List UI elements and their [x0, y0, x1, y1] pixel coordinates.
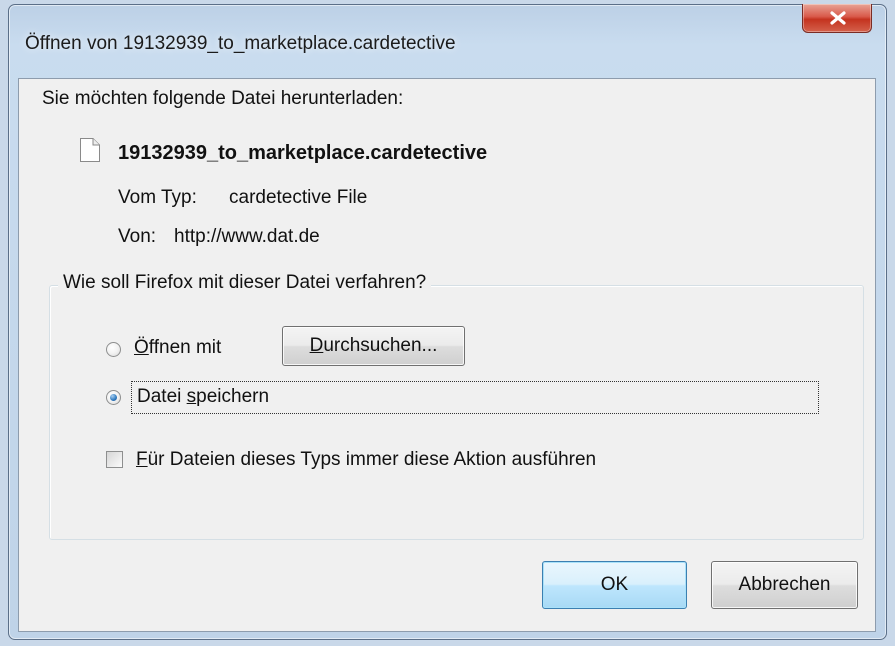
always-do-this-label[interactable]: Für Dateien dieses Typs immer diese Akti…: [136, 449, 596, 471]
file-type-value: cardetective File: [229, 187, 368, 208]
file-icon: [79, 137, 101, 168]
browse-accesskey: D: [309, 335, 324, 356]
save-file-label-start: Datei: [137, 386, 187, 407]
file-name: 19132939_to_marketplace.cardetective: [118, 142, 488, 164]
browse-button[interactable]: Durchsuchen...: [282, 326, 465, 366]
title-bar[interactable]: Öffnen von 19132939_to_marketplace.carde…: [9, 4, 886, 54]
save-file-radio[interactable]: [106, 390, 121, 405]
action-group-legend: Wie soll Firefox mit dieser Datei verfah…: [58, 272, 432, 294]
open-with-accesskey: Ö: [134, 337, 149, 358]
save-file-label[interactable]: Datei speichern: [137, 386, 269, 408]
open-with-label-text: ffnen mit: [148, 337, 222, 358]
always-do-this-checkbox[interactable]: [106, 451, 123, 468]
download-prompt: Sie möchten folgende Datei herunterladen…: [42, 88, 404, 109]
open-with-label[interactable]: Öffnen mit: [134, 337, 221, 359]
file-source-label: Von:: [118, 226, 157, 247]
close-button[interactable]: [802, 4, 872, 33]
ok-button[interactable]: OK: [542, 561, 687, 609]
always-do-this-accesskey: F: [136, 449, 148, 470]
open-with-radio[interactable]: [106, 342, 121, 357]
always-do-this-label-text: ür Dateien dieses Typs immer diese Aktio…: [147, 449, 597, 470]
file-type-label: Vom Typ:: [118, 187, 197, 208]
window-title: Öffnen von 19132939_to_marketplace.carde…: [25, 33, 456, 54]
cancel-button[interactable]: Abbrechen: [711, 561, 858, 609]
close-icon: [830, 11, 846, 25]
save-file-label-rest: peichern: [196, 386, 270, 407]
save-file-accesskey: s: [186, 386, 197, 407]
browse-button-label: urchsuchen...: [323, 335, 438, 356]
file-source-value: http://www.dat.de: [174, 226, 320, 247]
